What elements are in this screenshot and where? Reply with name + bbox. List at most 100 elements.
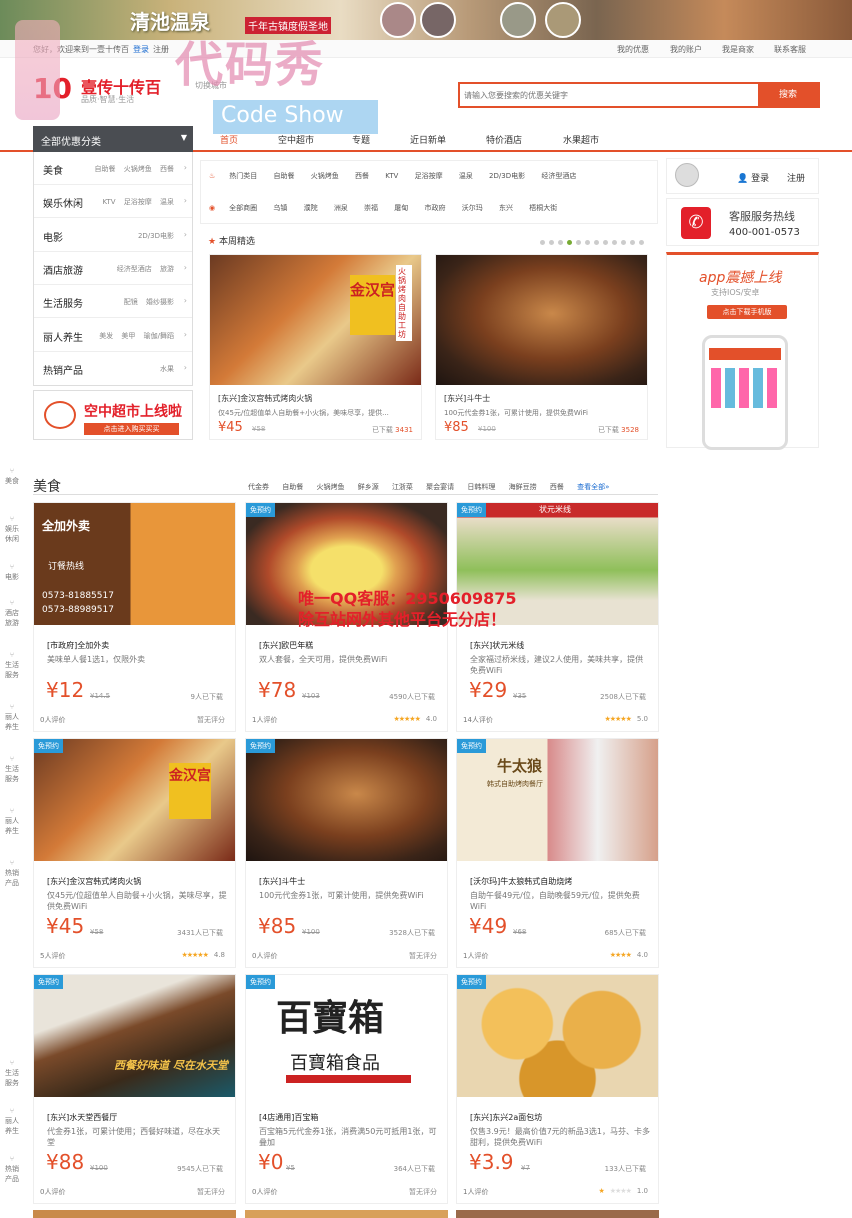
- avatar[interactable]: [675, 163, 699, 187]
- search-button[interactable]: 搜索: [758, 84, 818, 106]
- top-banner[interactable]: 清池温泉 千年古镇度假圣地: [0, 0, 852, 40]
- area-tag[interactable]: 梧桐大街: [529, 203, 557, 213]
- category-subs[interactable]: 美发 美甲 瑜伽/舞蹈: [99, 331, 174, 341]
- section-tag[interactable]: 日韩料理: [467, 483, 495, 491]
- side-nav-item[interactable]: ⑂ 美食: [2, 466, 22, 486]
- side-nav-item[interactable]: ⑂ 热销产品: [2, 858, 22, 888]
- deal-card[interactable]: 免预约 百寶箱 百寶箱食品 [4店通用]百宝箱 百宝箱5元代金券1张，消费满50…: [245, 974, 448, 1204]
- deal-card[interactable]: 免预约 金汉宫 [东兴]金汉宫韩式烤肉火锅 仅45元/位超值单人自助餐+小火锅，…: [33, 738, 236, 968]
- app-download-button[interactable]: 点击下载手机版: [707, 305, 787, 319]
- deal-card[interactable]: 免预约 [东兴]东兴2a面包坊 仅售3.9元！最高价值7元的新品3选1，马芬、卡…: [456, 974, 659, 1204]
- nav-sky-market[interactable]: 空中超市: [278, 133, 314, 146]
- category-life[interactable]: 生活服务 配镜 婚纱摄影 ›: [34, 285, 192, 318]
- area-tag[interactable]: 濮院: [304, 203, 318, 213]
- nav-new-deals[interactable]: 近日新单: [410, 133, 446, 146]
- app-promo[interactable]: app震撼上线 支持IOS/安卓 点击下载手机版: [666, 252, 819, 450]
- side-nav-item[interactable]: ⑂ 酒店旅游: [2, 598, 22, 628]
- section-tag[interactable]: 鲜乡源: [358, 483, 379, 491]
- deal-title[interactable]: [东兴]金汉宫韩式烤肉火锅: [47, 876, 141, 887]
- side-nav-item[interactable]: ⑂ 热销产品: [2, 1154, 22, 1184]
- area-tag[interactable]: 沃尔玛: [462, 203, 483, 213]
- promo-button[interactable]: 点击进入购买买买: [84, 423, 179, 435]
- filter-tag[interactable]: KTV: [385, 172, 398, 180]
- merchant-link[interactable]: 我是商家: [722, 44, 754, 55]
- top-login-link[interactable]: 登录: [133, 44, 149, 55]
- nav-fruit-market[interactable]: 水果超市: [563, 133, 599, 146]
- section-tag[interactable]: 聚会宴请: [426, 483, 454, 491]
- section-tag[interactable]: 海鲜豆捞: [509, 483, 537, 491]
- sky-market-promo[interactable]: 空中超市上线啦 点击进入购买买买: [33, 390, 193, 440]
- category-subs[interactable]: 自助餐 火锅烤鱼 西餐: [95, 164, 174, 174]
- deal-title[interactable]: [东兴]斗牛士: [444, 393, 490, 404]
- category-hotel[interactable]: 酒店旅游 经济型酒店 旅游 ›: [34, 252, 192, 285]
- register-link[interactable]: 注册: [787, 171, 805, 184]
- deal-title[interactable]: [东兴]东兴2a面包坊: [470, 1112, 542, 1123]
- filter-tag[interactable]: 2D/3D电影: [489, 171, 525, 181]
- my-account-link[interactable]: 我的账户: [670, 44, 702, 55]
- area-tag[interactable]: 屠甸: [394, 203, 408, 213]
- deal-card[interactable]: 免预约 西餐好味道 尽在水天堂 [东兴]水天堂西餐厅 代金券1张，可累计使用；西…: [33, 974, 236, 1204]
- contact-link[interactable]: 联系客服: [774, 44, 806, 55]
- featured-deal[interactable]: [东兴]斗牛士 100元代金券1张，可累计使用，提供免费WiFi ¥85 ¥10…: [435, 254, 648, 440]
- side-nav-item[interactable]: ⑂ 丽人养生: [2, 806, 22, 836]
- category-subs[interactable]: 经济型酒店 旅游: [117, 264, 174, 274]
- area-tag[interactable]: 东兴: [499, 203, 513, 213]
- side-nav-item[interactable]: ⑂ 生活服务: [2, 754, 22, 784]
- top-register-link[interactable]: 注册: [153, 44, 169, 55]
- category-hot[interactable]: 热销产品 水果 ›: [34, 352, 192, 385]
- side-nav-item[interactable]: ⑂ 丽人养生: [2, 1106, 22, 1136]
- section-tag[interactable]: 江浙菜: [392, 483, 413, 491]
- side-nav-item[interactable]: ⑂ 生活服务: [2, 650, 22, 680]
- deal-card[interactable]: 全加外卖 订餐热线 0573-81885517 0573-88989517 [市…: [33, 502, 236, 732]
- view-all-link[interactable]: 查看全部»: [577, 483, 609, 491]
- login-link[interactable]: 👤 登录: [737, 171, 769, 184]
- nav-hotels[interactable]: 特价酒店: [486, 133, 522, 146]
- area-tag[interactable]: 洲泉: [334, 203, 348, 213]
- filter-tag[interactable]: 温泉: [459, 171, 473, 181]
- side-nav-item[interactable]: ⑂ 娱乐休闲: [2, 514, 22, 544]
- category-food[interactable]: 美食 自助餐 火锅烤鱼 西餐 ›: [34, 152, 192, 185]
- filter-tag[interactable]: 自助餐: [274, 171, 295, 181]
- category-leisure[interactable]: 娱乐休闲 KTV 足浴按摩 温泉 ›: [34, 185, 192, 218]
- category-subs[interactable]: 配镜 婚纱摄影: [124, 297, 174, 307]
- deal-card[interactable]: 免预约 [东兴]斗牛士 100元代金券1张，可累计使用，提供免费WiFi ¥85…: [245, 738, 448, 968]
- deal-card-partial[interactable]: [33, 1210, 236, 1218]
- filter-tag[interactable]: 火锅烤鱼: [311, 171, 339, 181]
- filter-tag[interactable]: 足浴按摩: [415, 171, 443, 181]
- area-tag[interactable]: 崇福: [364, 203, 378, 213]
- category-beauty[interactable]: 丽人养生 美发 美甲 瑜伽/舞蹈 ›: [34, 319, 192, 352]
- carousel-dots[interactable]: [538, 238, 646, 248]
- category-movie[interactable]: 电影 2D/3D电影 ›: [34, 219, 192, 252]
- filter-tag[interactable]: 西餐: [355, 171, 369, 181]
- deal-title[interactable]: [东兴]斗牛士: [259, 876, 305, 887]
- nav-home[interactable]: 首页: [220, 133, 238, 146]
- deal-title[interactable]: [4店通用]百宝箱: [259, 1112, 318, 1123]
- deal-title[interactable]: [沃尔玛]牛太狼韩式自助烧烤: [470, 876, 572, 887]
- category-menu-header[interactable]: 全部优惠分类 ▼: [33, 126, 193, 152]
- deal-card-partial[interactable]: [456, 1210, 659, 1218]
- area-tag[interactable]: 乌镇: [273, 203, 287, 213]
- category-subs[interactable]: 2D/3D电影: [138, 231, 174, 241]
- featured-deal[interactable]: 金汉宫 火锅烤肉自助工坊 [东兴]金汉宫韩式烤肉火锅 仅45元/位超值单人自助餐…: [209, 254, 422, 440]
- side-nav-item[interactable]: ⑂ 电影: [2, 562, 22, 582]
- deal-card-partial[interactable]: [245, 1210, 448, 1218]
- category-subs[interactable]: KTV 足浴按摩 温泉: [102, 197, 174, 207]
- deal-title[interactable]: [市政府]全加外卖: [47, 640, 109, 651]
- section-tag[interactable]: 代金券: [248, 483, 269, 491]
- section-tag[interactable]: 火锅烤鱼: [316, 483, 344, 491]
- section-tag[interactable]: 自助餐: [282, 483, 303, 491]
- category-subs[interactable]: 水果: [160, 364, 174, 374]
- deal-title[interactable]: [东兴]欧巴年糕: [259, 640, 313, 651]
- deal-title[interactable]: [东兴]水天堂西餐厅: [47, 1112, 117, 1123]
- side-nav-item[interactable]: ⑂ 丽人养生: [2, 702, 22, 732]
- nav-topics[interactable]: 专题: [352, 133, 370, 146]
- area-tag[interactable]: 市政府: [425, 203, 446, 213]
- section-tag[interactable]: 西餐: [550, 483, 564, 491]
- filter-tag[interactable]: 经济型酒店: [541, 171, 576, 181]
- side-nav-item[interactable]: ⑂ 生活服务: [2, 1058, 22, 1088]
- deal-title[interactable]: [东兴]金汉宫韩式烤肉火锅: [218, 393, 312, 404]
- search-input[interactable]: [464, 87, 754, 103]
- deal-card[interactable]: 免预约 牛太狼 韩式自助烤肉餐厅 [沃尔玛]牛太狼韩式自助烧烤 自助午餐49元/…: [456, 738, 659, 968]
- deal-title[interactable]: [东兴]状元米线: [470, 640, 524, 651]
- my-coupons-link[interactable]: 我的优惠: [617, 44, 649, 55]
